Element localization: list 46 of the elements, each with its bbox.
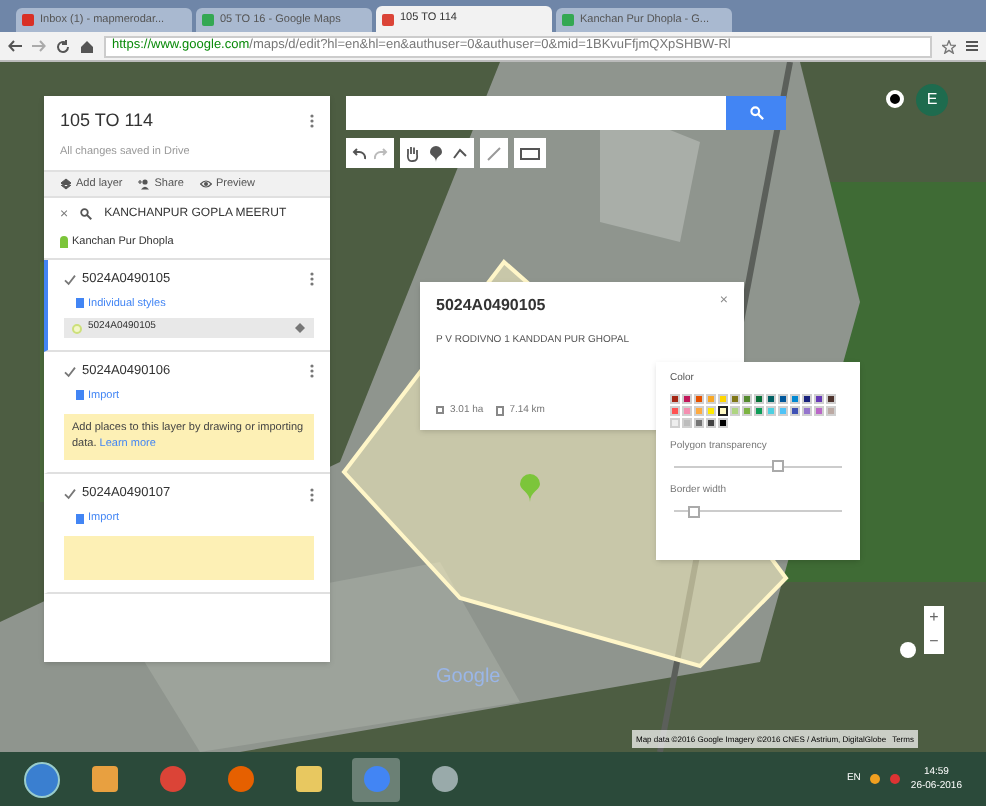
undo-icon[interactable] (352, 147, 366, 159)
back-icon[interactable] (8, 40, 22, 52)
search-field[interactable] (346, 96, 726, 130)
tab-favicon (382, 13, 394, 25)
checkbox[interactable] (64, 273, 76, 286)
area-icon (436, 406, 444, 415)
menu-icon[interactable] (966, 40, 978, 52)
document-icon (76, 390, 84, 401)
checkbox[interactable] (64, 365, 76, 378)
document-icon (76, 513, 84, 524)
feature-title: 5024A0490105 (436, 294, 546, 318)
slider-thumb[interactable] (688, 505, 701, 517)
route-icon[interactable] (486, 145, 502, 161)
polygon-icon (72, 323, 82, 333)
search-button[interactable] (726, 96, 786, 130)
home-icon[interactable] (80, 39, 94, 53)
checkbox[interactable] (64, 488, 76, 501)
ruler-icon[interactable] (520, 147, 540, 159)
tab-favicon (202, 14, 214, 26)
slider-track[interactable] (674, 505, 842, 517)
app-icon (431, 766, 457, 792)
search-icon (749, 106, 763, 120)
map-title[interactable]: 105 TO 114 (60, 108, 154, 135)
zoom-out-button[interactable]: − (924, 630, 944, 654)
add-person-icon (138, 177, 151, 190)
map-logo: Google (436, 664, 501, 692)
perimeter-icon (495, 405, 504, 416)
start-button[interactable] (24, 761, 60, 797)
marker-icon[interactable] (430, 145, 442, 161)
slider-thumb[interactable] (772, 460, 785, 472)
layers-icon (60, 177, 72, 190)
taskbar-button[interactable] (352, 757, 400, 801)
search-icon (80, 208, 93, 221)
reload-icon[interactable] (56, 39, 70, 53)
folder-icon (295, 766, 321, 792)
star-icon[interactable] (942, 39, 956, 53)
slider-track[interactable] (674, 460, 842, 472)
pin-icon (60, 235, 68, 248)
line-tool-icon[interactable] (452, 145, 468, 161)
tab-favicon (22, 14, 34, 26)
zoom-in-button[interactable]: + (924, 606, 944, 630)
eye-icon (199, 177, 212, 190)
color-swatch[interactable] (718, 405, 728, 415)
paint-bucket-icon[interactable] (294, 322, 306, 334)
tab-favicon (562, 14, 574, 26)
hand-icon[interactable] (406, 145, 420, 161)
